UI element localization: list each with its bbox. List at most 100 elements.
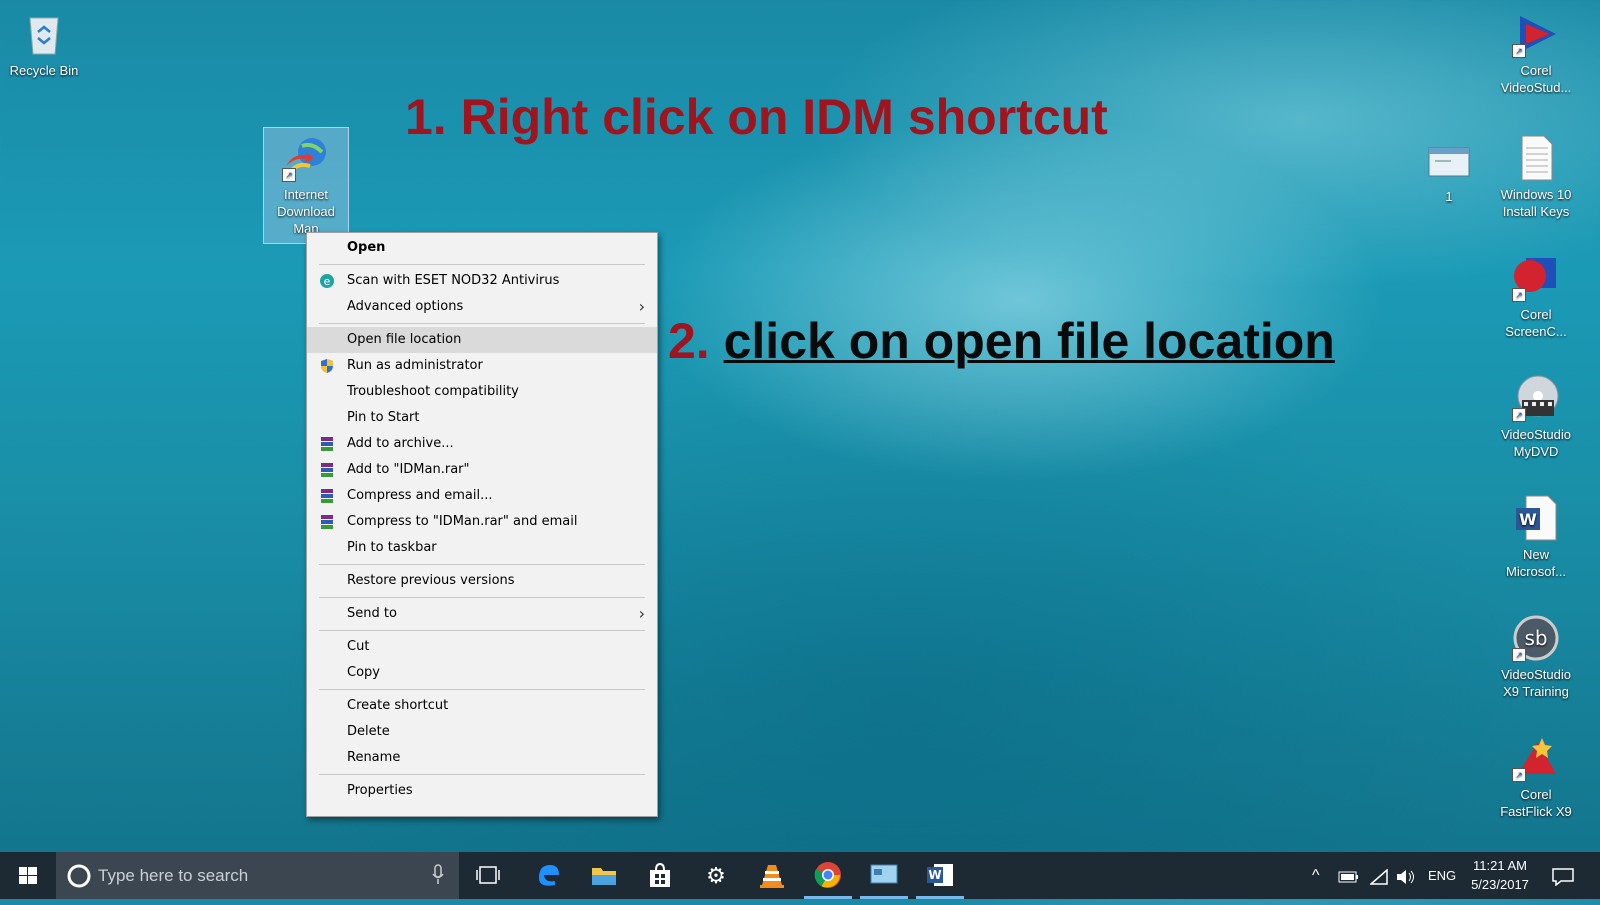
menu-item-label: Scan with ESET NOD32 Antivirus [347,273,560,288]
clock-time: 11:21 AM [1473,858,1527,873]
shortcut-arrow-icon: ↗ [282,168,296,182]
menu-item-compress-rar-email[interactable]: Compress to "IDMan.rar" and email [307,509,657,535]
desktop: Recycle Bin ↗ Internet Download Man ↗ Co… [0,0,1600,852]
annotation-step-1: 1. Right click on IDM shortcut [405,89,1108,145]
taskbar-vlc[interactable] [744,852,800,899]
shortcut-arrow-icon: ↗ [1512,44,1526,58]
menu-item-properties[interactable]: Properties [307,778,657,804]
corel-videostudio-icon: ↗ [1512,10,1560,58]
recycle-bin-icon [20,10,68,58]
search-placeholder: Type here to search [98,866,249,885]
menu-separator [319,630,645,631]
chevron-right-icon: › [638,604,645,623]
tray-overflow-chevron[interactable]: ^ [1312,852,1320,899]
menu-item-label: Pin to Start [347,410,420,425]
menu-item-delete[interactable]: Delete [307,719,657,745]
task-view-icon [476,866,500,884]
context-menu: Open e Scan with ESET NOD32 Antivirus Ad… [306,232,658,817]
menu-separator [319,564,645,565]
menu-item-add-to-archive[interactable]: Add to archive... [307,431,657,457]
menu-item-label: Run as administrator [347,358,483,373]
menu-item-copy[interactable]: Copy [307,660,657,686]
menu-item-restore-previous[interactable]: Restore previous versions [307,568,657,594]
word-document-icon: W [1512,494,1560,542]
menu-separator [319,323,645,324]
svg-text:W: W [928,868,941,882]
file-window-icon [1425,136,1473,184]
idm-globe-icon: ↗ [282,134,330,182]
eset-icon: e [319,273,335,289]
taskbar-edge[interactable] [520,852,576,899]
cortana-circle-icon [67,864,91,888]
menu-item-compress-email[interactable]: Compress and email... [307,483,657,509]
menu-separator [319,774,645,775]
svg-text:W: W [1519,510,1537,529]
task-view-button[interactable] [460,852,516,899]
menu-item-create-shortcut[interactable]: Create shortcut [307,693,657,719]
desktop-icon-corel-fastflick[interactable]: ↗ Corel FastFlick X9 [1494,728,1578,820]
menu-item-pin-to-start[interactable]: Pin to Start [307,405,657,431]
microphone-icon[interactable] [431,864,445,886]
language-indicator[interactable]: ENG [1428,852,1456,899]
battery-icon[interactable] [1338,852,1360,899]
menu-item-rename[interactable]: Rename [307,745,657,771]
menu-item-run-as-admin[interactable]: Run as administrator [307,353,657,379]
start-button[interactable] [0,852,56,899]
store-bag-icon [650,862,670,887]
taskbar-clock[interactable]: 11:21 AM 5/23/2017 [1460,856,1540,894]
menu-item-advanced-options[interactable]: Advanced options › [307,294,657,320]
taskbar: Type here to search ⚙ W ^ ENG 11:21 AM 5… [0,852,1600,899]
menu-item-add-to-rar[interactable]: Add to "IDMan.rar" [307,457,657,483]
desktop-icon-new-word[interactable]: W New Microsof... [1494,488,1578,580]
menu-item-label: Compress to "IDMan.rar" and email [347,514,578,529]
desktop-icon-videostudio-mydvd[interactable]: ↗ VideoStudio MyDVD [1494,368,1578,460]
menu-item-scan-eset[interactable]: e Scan with ESET NOD32 Antivirus [307,268,657,294]
menu-item-label: Send to [347,606,397,621]
corel-screencap-icon: ↗ [1512,254,1560,302]
screen-capture-app-icon [870,864,898,884]
menu-item-label: Copy [347,665,380,680]
desktop-icon-idm[interactable]: ↗ Internet Download Man [263,127,349,244]
winrar-icon [319,488,335,504]
menu-item-open-file-location[interactable]: Open file location [307,327,657,353]
desktop-icon-win10-keys[interactable]: Windows 10 Install Keys [1494,128,1578,220]
menu-item-label: Add to archive... [347,436,454,451]
desktop-icon-videostudio-training[interactable]: sb ↗ VideoStudio X9 Training [1494,608,1578,700]
taskbar-search-box[interactable]: Type here to search [56,852,459,899]
desktop-icon-file-1[interactable]: 1 [1407,130,1491,205]
taskbar-screen-app[interactable] [856,852,912,899]
annotation-step-2-text: click on open file location [723,313,1335,369]
text-document-icon [1512,134,1560,182]
action-center-icon[interactable] [1552,852,1574,899]
corel-screencap-label: Corel ScreenC... [1505,307,1567,339]
menu-item-open[interactable]: Open [307,235,657,261]
menu-item-troubleshoot[interactable]: Troubleshoot compatibility [307,379,657,405]
taskbar-file-explorer[interactable] [576,852,632,899]
taskbar-store[interactable] [632,852,688,899]
menu-separator [319,689,645,690]
menu-item-label: Pin to taskbar [347,540,437,555]
corel-fastflick-icon: ↗ [1512,734,1560,782]
menu-item-label: Open file location [347,332,462,347]
desktop-icon-corel-videostudio[interactable]: ↗ Corel VideoStud... [1494,4,1578,96]
desktop-icon-recycle-bin[interactable]: Recycle Bin [2,4,86,79]
menu-item-send-to[interactable]: Send to › [307,601,657,627]
taskbar-chrome[interactable] [800,852,856,899]
taskbar-settings[interactable]: ⚙ [688,852,744,899]
svg-text:sb: sb [1524,626,1547,650]
shortcut-arrow-icon: ↗ [1512,288,1526,302]
menu-separator [319,264,645,265]
corel-videostudio-label: Corel VideoStud... [1500,63,1572,95]
shortcut-arrow-icon: ↗ [1512,768,1526,782]
dvd-disc-icon: ↗ [1512,374,1560,422]
desktop-icon-corel-screencap[interactable]: ↗ Corel ScreenC... [1494,248,1578,340]
videostudio-training-label: VideoStudio X9 Training [1501,667,1571,699]
corel-fastflick-label: Corel FastFlick X9 [1500,787,1572,819]
volume-icon[interactable] [1396,852,1416,899]
winrar-icon [319,436,335,452]
menu-item-label: Troubleshoot compatibility [347,384,519,399]
menu-item-cut[interactable]: Cut [307,634,657,660]
menu-item-pin-to-taskbar[interactable]: Pin to taskbar [307,535,657,561]
wifi-icon[interactable] [1369,852,1388,899]
taskbar-word[interactable]: W [912,852,968,899]
